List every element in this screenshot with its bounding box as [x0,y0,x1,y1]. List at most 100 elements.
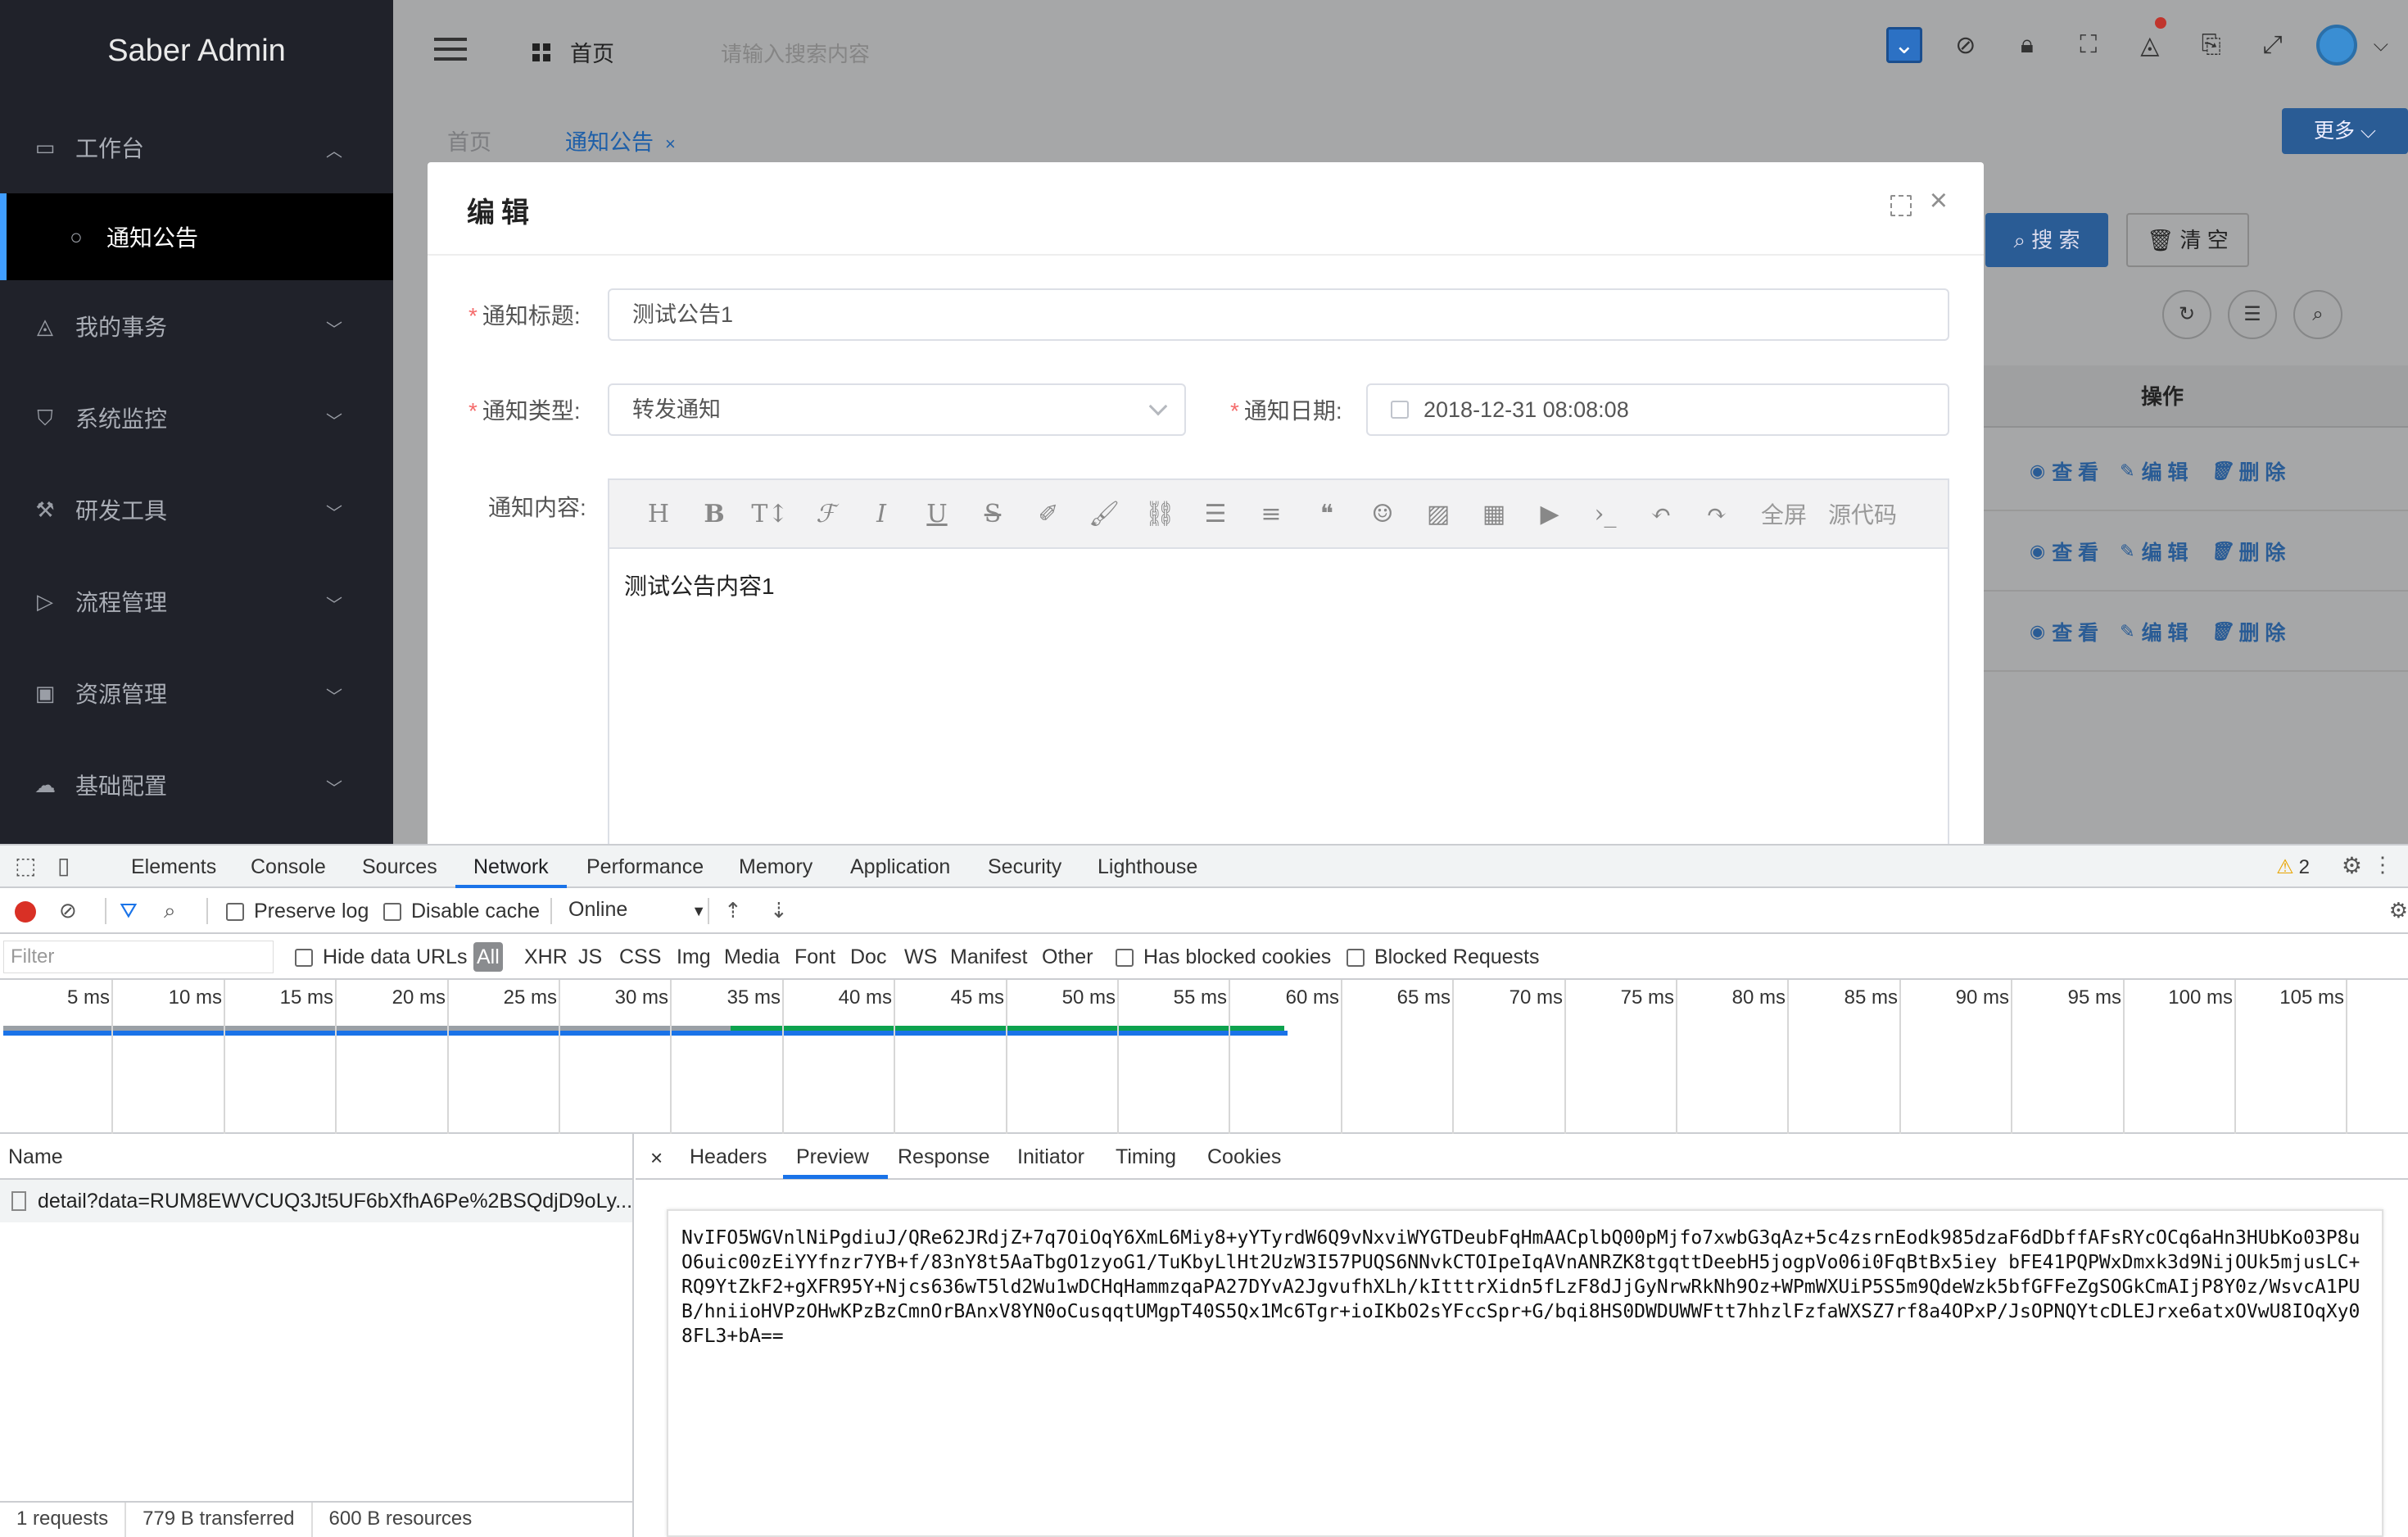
close-icon[interactable]: × [1930,184,1948,219]
text-color-icon[interactable]: ✐ [1021,500,1076,528]
menu-toggle-icon[interactable] [434,38,467,61]
type-select[interactable]: 转发通知 [608,383,1186,436]
tab-preview[interactable]: Preview [796,1145,869,1169]
tab-memory[interactable]: Memory [739,855,812,879]
settings-gear-icon[interactable]: ⚙ [2342,852,2362,879]
refresh-icon[interactable]: ↻ [2162,290,2211,339]
table-icon[interactable]: ▦ [1466,500,1522,528]
tab-response[interactable]: Response [898,1145,990,1169]
list-icon[interactable]: ☰ [1188,500,1243,528]
tab-lighthouse[interactable]: Lighthouse [1098,855,1197,879]
preserve-log-checkbox[interactable]: Preserve log [226,900,369,923]
sidebar-item-workbench[interactable]: ▭ 工作台 ︿ [0,102,393,193]
close-icon[interactable]: × [665,134,676,154]
filter-input[interactable]: Filter [3,941,274,973]
type-filter-font[interactable]: Font [794,945,835,969]
shirt-icon[interactable]: ⛶ [2071,27,2107,63]
search-button[interactable]: ⌕ 搜 索 [1985,213,2108,267]
close-icon[interactable]: × [650,1145,663,1171]
font-size-icon[interactable]: T↕ [742,500,798,528]
bell-icon[interactable]: ◬ [2132,17,2168,63]
sidebar-item-monitor[interactable]: ⛉ 系统监控 ﹀ [0,372,393,464]
view-link[interactable]: ◉ 查 看 [2030,456,2098,486]
type-filter-css[interactable]: CSS [619,945,661,969]
tab-security[interactable]: Security [988,855,1061,879]
more-vert-icon[interactable]: ⋮ [2372,852,2393,877]
tab-application[interactable]: Application [850,855,950,879]
request-row[interactable]: detail?data=RUM8EWVCUQ3Jt5UF6bXfhA6Pe%2B… [0,1180,632,1222]
delete-link[interactable]: 🗑︎ 删 除 [2210,456,2286,486]
quote-icon[interactable]: ❝ [1299,500,1355,528]
maximize-icon[interactable] [1890,195,1912,216]
avatar[interactable] [2315,25,2357,66]
lock-icon[interactable]: 🔒︎ [2009,27,2045,63]
edit-link[interactable]: ✎ 编 辑 [2120,537,2188,566]
underline-icon[interactable]: U [909,500,965,528]
search-icon[interactable]: ⌕ [164,898,176,924]
bold-icon[interactable]: B [686,500,742,528]
hide-data-urls-checkbox[interactable]: Hide data URLs [295,945,467,969]
image-icon[interactable]: ▨ [1410,500,1466,528]
tab-console[interactable]: Console [251,855,326,879]
italic-icon[interactable]: I [853,500,909,528]
sidebar-item-resource[interactable]: ▣ 资源管理 ﹀ [0,647,393,739]
link-icon[interactable]: ⛓︎ [1132,500,1188,528]
type-filter-xhr[interactable]: XHR [524,945,568,969]
chevron-down-icon[interactable]: ⌵ [2374,34,2388,57]
columns-icon[interactable]: ☰ [2228,290,2277,339]
blocked-cookies-checkbox[interactable]: Has blocked cookies [1116,945,1331,969]
video-icon[interactable]: ▶ [1522,500,1577,528]
type-filter-media[interactable]: Media [724,945,780,969]
strikethrough-icon[interactable]: S [965,500,1021,528]
tab-elements[interactable]: Elements [131,855,216,879]
record-icon[interactable] [15,901,36,923]
tab-timing[interactable]: Timing [1116,1145,1176,1169]
device-toggle-icon[interactable]: ▯ [57,852,70,879]
sidebar-item-notice[interactable]: ○ 通知公告 [0,193,393,280]
type-filter-all[interactable]: All [473,942,503,972]
title-field[interactable]: 测试公告1 [608,288,1949,341]
search-icon[interactable]: ⌕ [2293,290,2342,339]
translate-icon[interactable]: ⎘ [2193,27,2229,63]
source-code-button[interactable]: 源代码 [1823,497,1902,530]
edit-link[interactable]: ✎ 编 辑 [2120,456,2188,486]
network-overview-timeline[interactable]: 5 ms 10 ms 15 ms 20 ms 25 ms 30 ms 35 ms 40 ms 4… [0,980,2408,1134]
more-button[interactable]: 更多 ⌵ [2282,108,2408,154]
export-har-icon[interactable]: ⇣ [770,898,788,923]
type-filter-js[interactable]: JS [578,945,602,969]
sidebar-item-devtools[interactable]: ⚒ 研发工具 ﹀ [0,464,393,555]
warnings-badge[interactable]: ⚠ 2 [2276,855,2310,879]
disable-cache-checkbox[interactable]: Disable cache [383,900,540,923]
image-off-icon[interactable]: ⊘ [1948,27,1984,63]
editor-content[interactable]: 测试公告内容1 [609,549,1948,621]
heading-icon[interactable]: H [631,500,686,528]
type-filter-img[interactable]: Img [677,945,711,969]
tab-headers[interactable]: Headers [690,1145,767,1169]
filter-icon[interactable]: ⛛ [120,898,138,924]
header-search-input[interactable]: 请输入搜索内容 [721,38,870,68]
blocked-requests-checkbox[interactable]: Blocked Requests [1347,945,1540,969]
bg-color-icon[interactable]: 🖌︎ [1076,500,1132,528]
sidebar-item-affairs[interactable]: ◬ 我的事务 ﹀ [0,280,393,372]
tag-home[interactable]: 首页 [447,125,491,156]
fullscreen-button[interactable]: 全屏 [1745,497,1823,530]
undo-icon[interactable]: ↶ [1633,500,1689,528]
tab-performance[interactable]: Performance [586,855,704,879]
network-settings-icon[interactable]: ⚙ [2389,898,2408,923]
clear-icon[interactable]: ⊘ [59,898,77,923]
response-preview[interactable]: NvIFO5WGVnlNiPgdiuJ/QRe62JRdjZ+7q7OiOqY6… [667,1209,2383,1537]
inspect-icon[interactable]: ⬚ [15,852,36,879]
sidebar-item-config[interactable]: ☁ 基础配置 ﹀ [0,739,393,831]
edit-link[interactable]: ✎ 编 辑 [2120,617,2188,646]
import-har-icon[interactable]: ⇡ [724,898,742,923]
tab-sources[interactable]: Sources [362,855,437,879]
emoji-icon[interactable]: ☺ [1355,500,1410,528]
delete-link[interactable]: 🗑︎ 删 除 [2210,617,2286,646]
view-link[interactable]: ◉ 查 看 [2030,617,2098,646]
tab-initiator[interactable]: Initiator [1017,1145,1084,1169]
tab-network[interactable]: Network [473,855,549,879]
type-filter-doc[interactable]: Doc [850,945,886,969]
clear-button[interactable]: 🗑︎ 清 空 [2126,213,2249,267]
date-picker[interactable]: 2018-12-31 08:08:08 [1366,383,1949,436]
theme-dropdown-icon[interactable]: ⌄ [1885,27,1922,63]
